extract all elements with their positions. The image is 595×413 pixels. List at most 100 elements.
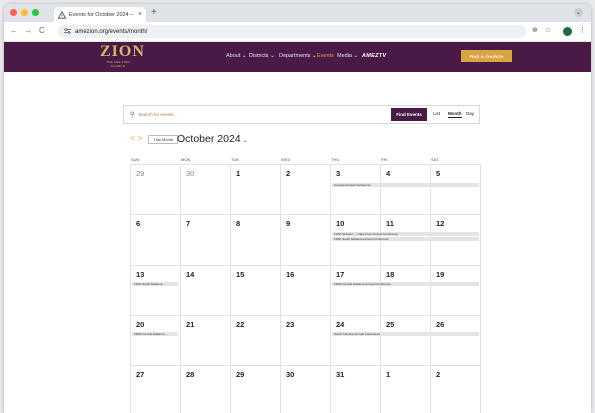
calendar-day[interactable]: 18	[380, 266, 430, 315]
calendar-day[interactable]: 31	[330, 366, 380, 413]
calendar-day[interactable]: 29	[130, 165, 180, 214]
weekday-header: TUE	[231, 157, 239, 162]
calendar-day[interactable]: 8	[230, 215, 280, 265]
view-day-tab[interactable]: Day	[466, 111, 474, 116]
calendar-event[interactable]: Georgia Annual Conference	[332, 183, 479, 187]
tab-search-icon[interactable]: ⌄	[574, 8, 583, 17]
weekday-header: SAT	[431, 157, 439, 162]
day-number: 10	[336, 219, 345, 228]
calendar-day[interactable]: 14	[180, 266, 230, 315]
calendar-day[interactable]: 20	[130, 316, 180, 365]
close-window-button[interactable]	[10, 9, 17, 16]
calendar-day[interactable]: 24	[330, 316, 380, 365]
day-number: 26	[436, 320, 445, 329]
warning-icon	[58, 10, 66, 19]
calendar-day[interactable]: 1	[230, 165, 280, 214]
site-info-icon[interactable]	[64, 27, 71, 36]
view-month-tab[interactable]: Month	[448, 111, 462, 118]
calendar-day[interactable]: 27	[130, 366, 180, 413]
calendar-day[interactable]: 17	[330, 266, 380, 315]
day-number: 5	[436, 169, 441, 178]
maximize-window-button[interactable]	[32, 9, 39, 16]
calendar-event[interactable]: 129th Central Alabama ...	[132, 332, 178, 336]
calendar-day[interactable]: 21	[180, 316, 230, 365]
calendar-day[interactable]: 13	[130, 266, 180, 315]
site-header: ZION THE AME ZION CHURCH About ⌄ Distric…	[4, 42, 591, 72]
weekday-header: SUN	[131, 157, 140, 162]
calendar-event[interactable]: 129th Central Alabama Annual Conference	[332, 282, 479, 286]
view-list-tab[interactable]: List	[433, 111, 440, 116]
calendar-day[interactable]: 30	[180, 165, 231, 215]
calendar-week: 13 14 15 16 17 18 19 110th South Alabama…	[130, 265, 481, 315]
calendar-day[interactable]: 22	[230, 316, 280, 365]
calendar-day[interactable]: 19	[430, 266, 481, 315]
profile-avatar[interactable]	[563, 27, 572, 36]
day-number: 29	[236, 370, 245, 379]
next-month-button[interactable]: >	[138, 135, 143, 143]
month-title[interactable]: October 2024 ⌄	[177, 133, 248, 145]
day-number: 8	[236, 219, 241, 228]
day-number: 23	[286, 320, 295, 329]
zoom-icon[interactable]: ⊕	[532, 26, 538, 36]
day-number: 9	[286, 219, 291, 228]
browser-menu-icon[interactable]: ⋮	[579, 26, 586, 36]
weekday-header: WED	[281, 157, 291, 162]
day-number: 27	[136, 370, 145, 379]
calendar-day[interactable]: 15	[230, 266, 280, 315]
find-church-button[interactable]: FIND A CHURCH	[461, 50, 512, 62]
search-input[interactable]: Search for events	[138, 112, 479, 117]
calendar-week: 20 21 22 23 24 25 26 129th Central Alaba…	[130, 315, 481, 365]
reload-icon[interactable]: C	[39, 26, 45, 36]
calendar-day[interactable]: 3	[330, 165, 380, 214]
nav-ameztv[interactable]: AMEZTV	[362, 53, 386, 59]
chevron-down-icon: ⌄	[242, 138, 248, 144]
nav-about[interactable]: About ⌄	[226, 53, 247, 59]
day-number: 11	[386, 219, 394, 228]
browser-tab[interactable]: Events for October 2024 – Th ×	[54, 7, 146, 22]
calendar-event[interactable]: South Carolina Annual Conference	[332, 332, 479, 336]
calendar-day[interactable]: 1	[380, 366, 430, 413]
this-month-button[interactable]: This Month	[148, 134, 179, 144]
nav-districts[interactable]: Districts ⌄	[249, 53, 275, 59]
forward-icon[interactable]: →	[24, 26, 32, 36]
prev-month-button[interactable]: <	[130, 135, 135, 143]
calendar-day[interactable]: 2	[280, 165, 330, 214]
month-navigation: < > This Month	[130, 134, 179, 144]
day-number: 12	[436, 219, 445, 228]
calendar-day[interactable]: 4	[380, 165, 430, 214]
new-tab-button[interactable]: +	[151, 7, 157, 19]
find-events-button[interactable]: Find Events	[391, 108, 427, 121]
calendar-day[interactable]: 29	[230, 366, 280, 413]
day-number: 6	[136, 219, 141, 228]
calendar-event[interactable]: 110th South Alabama Annual Conference	[332, 237, 479, 241]
calendar-event[interactable]: 110th South Alabama ...	[132, 282, 178, 286]
calendar-day[interactable]: 26	[430, 316, 481, 365]
address-bar[interactable]: amezion.org/events/month/	[58, 25, 526, 38]
calendar-day[interactable]: 2	[430, 366, 481, 413]
day-number: 14	[186, 270, 195, 279]
calendar-day[interactable]: 28	[180, 366, 230, 413]
nav-events[interactable]: Events	[317, 53, 334, 59]
day-number: 22	[236, 320, 245, 329]
calendar-day[interactable]: 9	[280, 215, 330, 265]
back-icon[interactable]: ←	[10, 26, 18, 36]
calendar-week: 6 7 8 9 10 11 12 110th Session — Cape Fe…	[130, 214, 481, 265]
calendar-day[interactable]: 30	[280, 366, 330, 413]
tab-strip: Events for October 2024 – Th × + ⌄	[4, 4, 591, 22]
calendar-day[interactable]: 5	[430, 165, 481, 214]
minimize-window-button[interactable]	[21, 9, 28, 16]
nav-media[interactable]: Media ⌄	[337, 53, 358, 59]
calendar-day[interactable]: 7	[180, 215, 230, 265]
calendar-day[interactable]: 6	[130, 215, 180, 265]
site-logo[interactable]: ZION THE AME ZION CHURCH	[100, 44, 144, 69]
calendar-day[interactable]: 16	[280, 266, 330, 315]
bookmark-star-icon[interactable]: ☆	[545, 26, 551, 36]
tab-close-icon[interactable]: ×	[138, 11, 142, 18]
nav-departments[interactable]: Departments ⌄	[279, 53, 317, 59]
calendar-day[interactable]: 23	[280, 316, 330, 365]
calendar-event[interactable]: 110th Session — Cape Fear Annual Confere…	[332, 232, 479, 236]
day-number: 1	[386, 370, 391, 379]
events-search-bar: ⚲ Search for events Find Events List Mon…	[123, 105, 480, 124]
browser-toolbar: ← → C amezion.org/events/month/ ⊕ ☆ ⋮	[4, 22, 591, 42]
calendar-day[interactable]: 25	[380, 316, 430, 365]
